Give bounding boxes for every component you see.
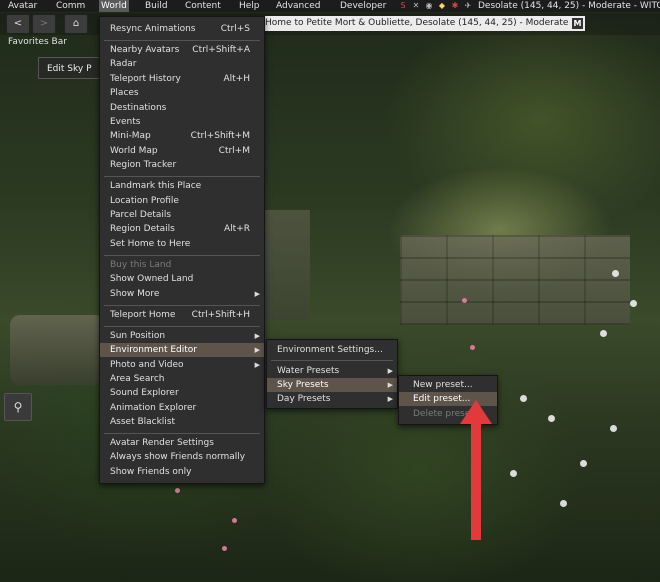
voice-icon[interactable]: S bbox=[398, 1, 408, 11]
menu-item-region-details[interactable]: Region Details Alt+R bbox=[100, 222, 264, 236]
fly-icon[interactable]: ✈ bbox=[463, 1, 473, 11]
flower bbox=[630, 300, 637, 307]
menu-separator bbox=[104, 433, 260, 434]
menu-item-avatar-render-settings[interactable]: Avatar Render Settings bbox=[100, 436, 264, 450]
menu-item-always-show-friends-normally[interactable]: Always show Friends normally bbox=[100, 450, 264, 464]
menu-item-parcel-details[interactable]: Parcel Details bbox=[100, 208, 264, 222]
menu-content[interactable]: Content bbox=[183, 0, 223, 12]
stone-block bbox=[10, 315, 105, 385]
stone-wall bbox=[400, 235, 630, 325]
menu-help[interactable]: Help bbox=[237, 0, 262, 12]
submenu-arrow-icon: ▶ bbox=[254, 346, 260, 354]
menu-item-photo-and-video[interactable]: Photo and Video ▶ bbox=[100, 358, 264, 372]
menu-world[interactable]: World bbox=[99, 0, 129, 12]
media-icon[interactable]: ✕ bbox=[411, 1, 421, 11]
menu-item-destinations[interactable]: Destinations bbox=[100, 101, 264, 115]
menu-item-asset-blacklist[interactable]: Asset Blacklist bbox=[100, 415, 264, 429]
flower bbox=[510, 470, 517, 477]
menu-build[interactable]: Build bbox=[143, 0, 170, 12]
menu-item-show-owned-land[interactable]: Show Owned Land bbox=[100, 272, 264, 286]
menu-item-world-map[interactable]: World Map Ctrl+M bbox=[100, 144, 264, 158]
home-button[interactable]: ⌂ bbox=[64, 14, 88, 34]
menu-item-day-presets[interactable]: Day Presets ▶ bbox=[267, 392, 397, 406]
menu-developer[interactable]: Developer bbox=[338, 0, 388, 12]
menu-comm[interactable]: Comm bbox=[54, 0, 87, 12]
favorites-bar-label: Favorites Bar bbox=[8, 37, 67, 47]
menu-item-area-search[interactable]: Area Search bbox=[100, 372, 264, 386]
menu-item-mini-map[interactable]: Mini-Map Ctrl+Shift+M bbox=[100, 129, 264, 143]
menu-separator bbox=[104, 176, 260, 177]
edit-sky-preset-button[interactable]: Edit Sky P bbox=[38, 57, 100, 79]
flower bbox=[612, 270, 619, 277]
menu-item-events[interactable]: Events bbox=[100, 115, 264, 129]
location-text: Home to Petite Mort & Oubliette, Desolat… bbox=[265, 18, 569, 28]
menu-item-resync-animations[interactable]: Resync Animations Ctrl+S bbox=[100, 22, 264, 36]
menu-item-location-profile[interactable]: Location Profile bbox=[100, 194, 264, 208]
submenu-arrow-icon: ▶ bbox=[387, 395, 393, 403]
region-status[interactable]: Desolate (145, 44, 25) - Moderate - WITC… bbox=[478, 0, 660, 12]
flower bbox=[600, 330, 607, 337]
submenu-arrow-icon: ▶ bbox=[254, 290, 260, 298]
menu-separator bbox=[104, 255, 260, 256]
flower bbox=[222, 546, 227, 551]
menu-item-nearby-avatars[interactable]: Nearby Avatars Ctrl+Shift+A bbox=[100, 43, 264, 57]
back-button[interactable]: < bbox=[6, 14, 30, 34]
submenu-arrow-icon: ▶ bbox=[387, 381, 393, 389]
scripts-icon[interactable]: ✱ bbox=[450, 1, 460, 11]
menu-separator bbox=[104, 40, 260, 41]
map-pin-button[interactable]: ⚲ bbox=[4, 393, 32, 421]
menu-item-sound-explorer[interactable]: Sound Explorer bbox=[100, 386, 264, 400]
forward-button[interactable]: > bbox=[32, 14, 56, 34]
flower bbox=[580, 460, 587, 467]
menu-item-show-more[interactable]: Show More ▶ bbox=[100, 287, 264, 301]
menu-item-sun-position[interactable]: Sun Position ▶ bbox=[100, 329, 264, 343]
menu-avatar[interactable]: Avatar bbox=[6, 0, 39, 12]
menu-item-show-friends-only[interactable]: Show Friends only bbox=[100, 465, 264, 479]
menu-item-new-preset[interactable]: New preset... bbox=[399, 378, 497, 392]
menu-item-radar[interactable]: Radar bbox=[100, 57, 264, 71]
menu-item-landmark-this-place[interactable]: Landmark this Place bbox=[100, 179, 264, 193]
menu-item-set-home-to-here[interactable]: Set Home to Here bbox=[100, 237, 264, 251]
world-menu: Resync Animations Ctrl+S Nearby Avatars Ct… bbox=[99, 16, 265, 484]
submenu-arrow-icon: ▶ bbox=[254, 361, 260, 369]
top-menubar: Avatar Comm World Build Content Help Adv… bbox=[0, 0, 660, 12]
menu-separator bbox=[271, 360, 393, 361]
menu-item-environment-settings[interactable]: Environment Settings... bbox=[267, 343, 397, 357]
menu-item-teleport-home[interactable]: Teleport Home Ctrl+Shift+H bbox=[100, 308, 264, 322]
menu-item-water-presets[interactable]: Water Presets ▶ bbox=[267, 364, 397, 378]
submenu-arrow-icon: ▶ bbox=[387, 367, 393, 375]
flower bbox=[462, 298, 467, 303]
maturity-badge: M bbox=[572, 18, 583, 29]
flower bbox=[610, 425, 617, 432]
menu-item-region-tracker[interactable]: Region Tracker bbox=[100, 158, 264, 172]
location-input[interactable]: Home to Petite Mort & Oubliette, Desolat… bbox=[262, 16, 585, 31]
menu-item-animation-explorer[interactable]: Animation Explorer bbox=[100, 401, 264, 415]
flower bbox=[548, 415, 555, 422]
annotation-arrow-icon bbox=[460, 400, 492, 540]
visibility-icon[interactable]: ◉ bbox=[424, 1, 434, 11]
menu-item-environment-editor[interactable]: Environment Editor ▶ bbox=[100, 343, 264, 357]
flower bbox=[520, 395, 527, 402]
submenu-arrow-icon: ▶ bbox=[254, 332, 260, 340]
menu-advanced[interactable]: Advanced bbox=[274, 0, 322, 12]
menu-item-teleport-history[interactable]: Teleport History Alt+H bbox=[100, 72, 264, 86]
flower bbox=[560, 500, 567, 507]
menu-item-sky-presets[interactable]: Sky Presets ▶ bbox=[267, 378, 397, 392]
build-icon[interactable]: ◆ bbox=[437, 1, 447, 11]
environment-editor-submenu: Environment Settings... Water Presets ▶ S… bbox=[266, 339, 398, 409]
flower bbox=[470, 345, 475, 350]
flower bbox=[175, 488, 180, 493]
menu-separator bbox=[104, 326, 260, 327]
map-pin-icon: ⚲ bbox=[13, 400, 23, 414]
menu-separator bbox=[104, 305, 260, 306]
menu-item-buy-this-land[interactable]: Buy this Land bbox=[100, 258, 264, 272]
flower bbox=[232, 518, 237, 523]
menu-item-places[interactable]: Places bbox=[100, 86, 264, 100]
